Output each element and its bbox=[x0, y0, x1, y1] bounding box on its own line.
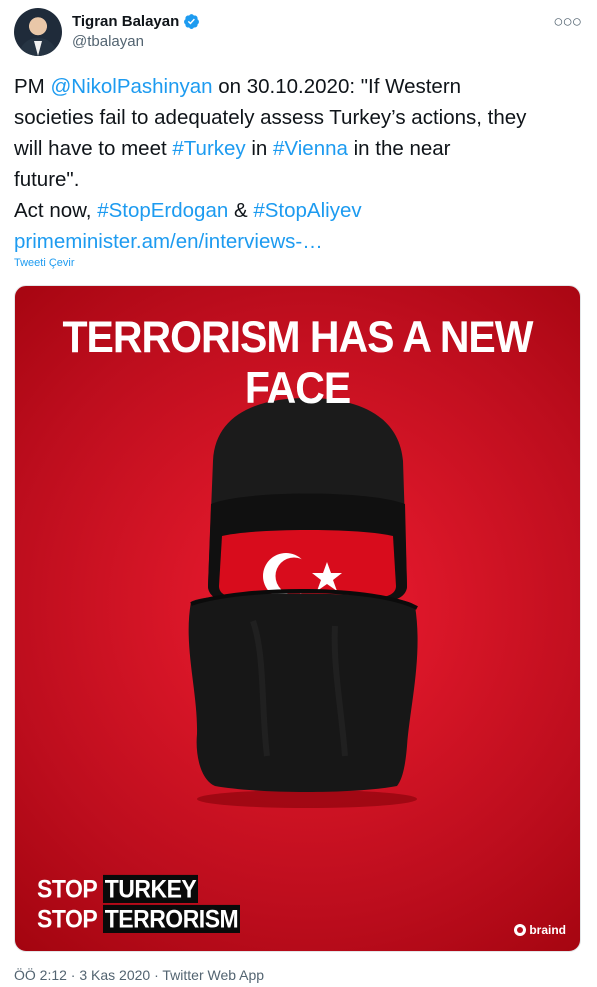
tweet-text: PM @NikolPashinyan on 30.10.2020: "If We… bbox=[14, 71, 584, 257]
tweet-line-2: societies fail to adequately assess Turk… bbox=[14, 106, 527, 129]
brand-watermark: braind bbox=[514, 923, 566, 937]
text-segment: & bbox=[228, 199, 254, 222]
brand-logo-icon bbox=[514, 924, 527, 936]
display-name[interactable]: Tigran Balayan bbox=[72, 13, 179, 30]
text-segment: in bbox=[245, 137, 274, 160]
more-options-icon[interactable]: ○○○ bbox=[553, 12, 582, 32]
text-segment: PM bbox=[14, 75, 51, 98]
tweet-line-3: will have to meet #Turkey in #Vienna in … bbox=[14, 133, 584, 164]
stop-word: STOP bbox=[37, 874, 97, 903]
mention-link[interactable]: @NikolPashinyan bbox=[50, 75, 212, 98]
verified-badge-icon bbox=[184, 14, 200, 29]
tweet-header: Tigran Balayan @tbalayan ○○○ bbox=[14, 8, 583, 58]
tweet-line-4: future". bbox=[14, 168, 80, 191]
poster-stop-line-2: STOP TERRORISM bbox=[37, 904, 241, 934]
avatar[interactable] bbox=[14, 8, 62, 56]
hashtag-stopaliyev[interactable]: #StopAliyev bbox=[253, 199, 361, 222]
external-link[interactable]: primeminister.am/en/interviews-… bbox=[14, 226, 584, 257]
hashtag-vienna[interactable]: #Vienna bbox=[273, 137, 348, 160]
hashtag-turkey[interactable]: #Turkey bbox=[172, 137, 245, 160]
tweet-media-image[interactable]: TERRORISM HAS A NEW FACE STOP TURKEY STO… bbox=[14, 285, 581, 952]
text-segment: will have to meet bbox=[14, 137, 173, 160]
tweet-line-1: PM @NikolPashinyan on 30.10.2020: "If We… bbox=[14, 71, 584, 102]
handle[interactable]: @tbalayan bbox=[72, 33, 144, 50]
poster-headline: TERRORISM HAS A NEW FACE bbox=[62, 312, 534, 413]
hashtag-stoperdogan[interactable]: #StopErdogan bbox=[97, 199, 228, 222]
stop-word: STOP bbox=[37, 904, 97, 933]
tweet-line-5: Act now, #StopErdogan & #StopAliyev bbox=[14, 195, 584, 226]
name-row: Tigran Balayan bbox=[72, 13, 200, 30]
text-segment: Act now, bbox=[14, 199, 98, 222]
brand-name: braind bbox=[529, 923, 566, 937]
stop-accent: TERRORISM bbox=[102, 904, 241, 933]
stop-accent: TURKEY bbox=[102, 874, 199, 903]
translate-tweet-link[interactable]: Tweeti Çevir bbox=[14, 257, 75, 269]
text-segment: on 30.10.2020: "If Western bbox=[212, 75, 462, 98]
tweet-timestamp[interactable]: ÖÖ 2:12 · 3 Kas 2020 · Twitter Web App bbox=[14, 967, 264, 983]
text-segment: in the near bbox=[347, 137, 451, 160]
poster-stop-line-1: STOP TURKEY bbox=[37, 874, 199, 904]
